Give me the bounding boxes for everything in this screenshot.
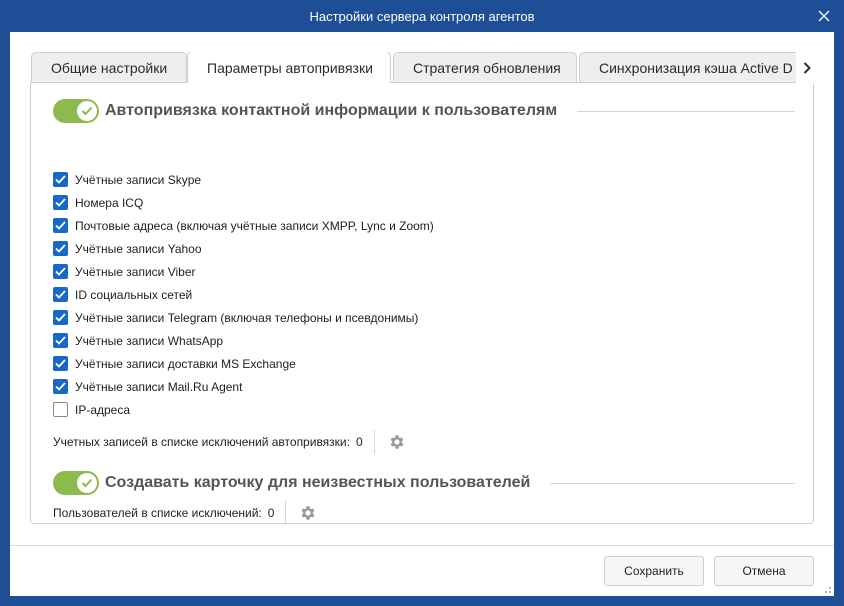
checkbox-checked[interactable] bbox=[53, 195, 68, 210]
autobind-option-row[interactable]: Почтовые адреса (включая учётные записи … bbox=[53, 214, 434, 237]
autobind-option-label: Учётные записи Yahoo bbox=[75, 241, 202, 256]
unknown-users-toggle[interactable] bbox=[53, 471, 99, 495]
checkbox-checked[interactable] bbox=[53, 310, 68, 325]
settings-dialog: Общие настройки Параметры автопривязки С… bbox=[10, 32, 834, 596]
resize-grip-icon[interactable] bbox=[822, 584, 832, 594]
checkbox-checked[interactable] bbox=[53, 172, 68, 187]
autobind-option-label: Учётные записи Telegram (включая телефон… bbox=[75, 310, 419, 325]
unknown-users-exclusions-row: Пользователей в списке исключений: 0 bbox=[53, 501, 318, 525]
autobind-option-row[interactable]: Учётные записи WhatsApp bbox=[53, 329, 434, 352]
checkbox-checked[interactable] bbox=[53, 264, 68, 279]
checkbox-checked[interactable] bbox=[53, 356, 68, 371]
cancel-button[interactable]: Отмена bbox=[714, 556, 814, 586]
checkmark-icon bbox=[55, 290, 66, 299]
section-divider bbox=[550, 482, 795, 484]
checkmark-icon bbox=[55, 198, 66, 207]
tab-general-label: Общие настройки bbox=[51, 60, 168, 76]
checkbox-checked[interactable] bbox=[53, 333, 68, 348]
chevron-right-icon bbox=[803, 61, 811, 74]
checkmark-icon bbox=[55, 313, 66, 322]
checkmark-icon bbox=[55, 175, 66, 184]
autobind-option-row[interactable]: Учётные записи Yahoo bbox=[53, 237, 434, 260]
checkmark-icon bbox=[55, 336, 66, 345]
unknown-users-section-header: Создавать карточку для неизвестных польз… bbox=[53, 470, 795, 496]
tab-update-strategy-label: Стратегия обновления bbox=[413, 60, 561, 76]
checkbox-unchecked[interactable] bbox=[53, 402, 68, 417]
autobind-exclusions-settings-button[interactable] bbox=[387, 432, 407, 452]
close-icon bbox=[818, 10, 830, 22]
checkmark-icon bbox=[55, 244, 66, 253]
tab-ad-cache-sync[interactable]: Синхронизация кэша Active D bbox=[579, 52, 818, 83]
autobind-option-label: IP-адреса bbox=[75, 402, 131, 417]
checkmark-icon bbox=[55, 359, 66, 368]
checkmark-icon bbox=[55, 221, 66, 230]
autobind-option-row[interactable]: ID социальных сетей bbox=[53, 283, 434, 306]
autobind-panel: Автопривязка контактной информации к пол… bbox=[30, 82, 814, 525]
window-title: Настройки сервера контроля агентов bbox=[309, 8, 535, 24]
tab-strip: Общие настройки Параметры автопривязки С… bbox=[31, 52, 818, 83]
unknown-users-section-title: Создавать карточку для неизвестных польз… bbox=[105, 474, 531, 491]
autobind-option-label: Учётные записи Skype bbox=[75, 172, 202, 187]
autobind-option-row[interactable]: Учётные записи Viber bbox=[53, 260, 434, 283]
autobind-option-label: ID социальных сетей bbox=[75, 287, 193, 302]
checkbox-checked[interactable] bbox=[53, 218, 68, 233]
checkbox-checked[interactable] bbox=[53, 379, 68, 394]
vertical-divider bbox=[373, 430, 375, 454]
autobind-option-row[interactable]: IP-адреса bbox=[53, 398, 434, 421]
footer-divider bbox=[10, 545, 834, 546]
autobind-option-row[interactable]: Учётные записи Mail.Ru Agent bbox=[53, 375, 434, 398]
tab-general[interactable]: Общие настройки bbox=[31, 52, 187, 83]
toggle-knob bbox=[77, 101, 97, 121]
autobind-option-row[interactable]: Номера ICQ bbox=[53, 191, 434, 214]
gear-icon bbox=[390, 435, 404, 449]
autobind-option-label: Учётные записи Viber bbox=[75, 264, 196, 279]
tab-autobind-label: Параметры автопривязки bbox=[207, 60, 373, 76]
tab-update-strategy[interactable]: Стратегия обновления bbox=[393, 52, 577, 83]
gear-icon bbox=[302, 506, 315, 520]
close-button[interactable] bbox=[814, 6, 834, 26]
autobind-option-label: Учётные записи доставки MS Exchange bbox=[75, 356, 296, 371]
autobind-exclusions-row: Учетных записей в списке исключений авто… bbox=[53, 430, 407, 454]
toggle-knob bbox=[77, 473, 97, 493]
check-icon bbox=[81, 478, 93, 488]
checkbox-checked[interactable] bbox=[53, 241, 68, 256]
autobind-option-label: Почтовые адреса (включая учётные записи … bbox=[75, 218, 434, 233]
vertical-divider bbox=[285, 501, 287, 525]
autobind-exclusions-count: 0 bbox=[355, 435, 363, 449]
checkmark-icon bbox=[55, 382, 66, 391]
autobind-section-title: Автопривязка контактной информации к пол… bbox=[105, 102, 558, 119]
autobind-option-row[interactable]: Учётные записи доставки MS Exchange bbox=[53, 352, 434, 375]
tab-autobind[interactable]: Параметры автопривязки bbox=[187, 52, 391, 83]
unknown-users-exclusions-settings-button[interactable] bbox=[298, 503, 318, 523]
tab-scroll-right-button[interactable] bbox=[796, 52, 818, 83]
autobind-option-row[interactable]: Учётные записи Skype bbox=[53, 168, 434, 191]
autobind-option-label: Учётные записи Mail.Ru Agent bbox=[75, 379, 243, 394]
checkmark-icon bbox=[55, 267, 66, 276]
unknown-users-exclusions-label: Пользователей в списке исключений: bbox=[53, 506, 262, 520]
section-divider bbox=[577, 110, 795, 112]
autobind-option-row[interactable]: Учётные записи Telegram (включая телефон… bbox=[53, 306, 434, 329]
autobind-exclusions-label: Учетных записей в списке исключений авто… bbox=[53, 435, 350, 449]
autobind-option-label: Номера ICQ bbox=[75, 195, 144, 210]
checkbox-checked[interactable] bbox=[53, 287, 68, 302]
autobind-options-list: Учётные записи Skype Номера ICQ Почтовые а… bbox=[53, 168, 434, 421]
check-icon bbox=[81, 106, 93, 116]
autobind-toggle[interactable] bbox=[53, 99, 99, 123]
save-button[interactable]: Сохранить bbox=[604, 556, 704, 586]
unknown-users-exclusions-count: 0 bbox=[267, 506, 275, 520]
tab-ad-cache-sync-label: Синхронизация кэша Active D bbox=[599, 60, 793, 76]
title-bar: Настройки сервера контроля агентов bbox=[0, 0, 844, 32]
autobind-section-header: Автопривязка контактной информации к пол… bbox=[53, 98, 795, 124]
autobind-option-label: Учётные записи WhatsApp bbox=[75, 333, 224, 348]
